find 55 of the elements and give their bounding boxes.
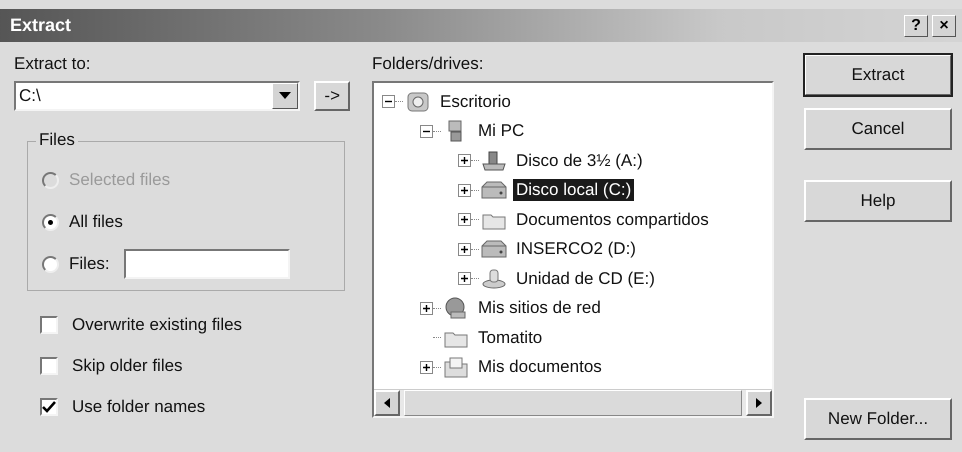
right-arrow-icon — [756, 398, 762, 408]
checkbox-label: Use folder names — [72, 397, 206, 417]
cd-drive-icon — [481, 268, 507, 290]
input-field[interactable] — [124, 249, 290, 279]
radio-button[interactable] — [42, 256, 59, 272]
dialog-button[interactable]: Cancel — [804, 108, 952, 150]
dialog-button[interactable]: Extract — [804, 54, 952, 96]
tree-item[interactable]: Disco de 3½ (A:) — [513, 150, 646, 172]
expand-icon[interactable] — [420, 360, 433, 374]
option-label: All files — [69, 212, 123, 232]
option-label: Files: — [69, 254, 110, 274]
checkbox[interactable] — [40, 316, 58, 334]
window-title: Extract — [10, 15, 72, 36]
field-label: Folders/drives: — [372, 54, 484, 74]
checkbox-label: Skip older files — [72, 356, 183, 376]
radio-button[interactable] — [42, 214, 59, 230]
scroll-right-button[interactable] — [746, 390, 772, 416]
checkbox-label: Overwrite existing files — [72, 315, 242, 335]
scroll-thumb[interactable] — [404, 390, 742, 416]
collapse-icon[interactable] — [420, 124, 433, 138]
collapse-icon[interactable] — [382, 95, 395, 108]
dialog-button[interactable]: Help — [804, 180, 952, 222]
checkbox[interactable] — [40, 357, 58, 375]
expand-icon[interactable] — [458, 184, 471, 197]
close-button[interactable]: × — [932, 14, 956, 36]
tree-item[interactable]: INSERCO2 (D:) — [513, 238, 639, 260]
floppy-drive-icon — [481, 150, 507, 172]
tree-item[interactable]: Escritorio — [437, 90, 514, 113]
tree-item[interactable]: Documentos compartidos — [513, 208, 712, 231]
option-label: Selected files — [69, 170, 170, 190]
help-button[interactable]: ? — [904, 14, 928, 36]
expand-icon[interactable] — [420, 302, 433, 315]
expand-icon[interactable] — [458, 213, 471, 226]
field-label: Extract to: — [14, 54, 92, 74]
tree-item[interactable]: Mi PC — [475, 120, 528, 142]
path-dropdown[interactable]: C:\ — [14, 81, 300, 111]
desktop-icon — [405, 90, 431, 113]
tree-item[interactable]: Unidad de CD (E:) — [513, 268, 658, 290]
expand-icon[interactable] — [458, 242, 471, 256]
drive-icon — [481, 238, 507, 260]
dropdown-arrow-icon — [279, 92, 292, 100]
tree-item[interactable]: Mis documentos — [475, 356, 605, 378]
check-icon — [42, 401, 56, 413]
go-button[interactable]: -> — [314, 81, 350, 111]
tree-item[interactable]: Mis sitios de red — [475, 297, 604, 320]
expand-icon[interactable] — [458, 154, 471, 168]
drive-icon — [481, 179, 507, 202]
dialog-button[interactable]: New Folder... — [804, 398, 952, 440]
checkbox[interactable] — [40, 398, 58, 416]
tree-item[interactable]: Disco local (C:) — [513, 179, 634, 202]
left-arrow-icon — [384, 398, 390, 408]
tree-item[interactable]: Tomatito — [475, 326, 546, 349]
expand-icon[interactable] — [458, 272, 471, 286]
documents-folder-icon — [443, 356, 469, 378]
scroll-left-button[interactable] — [374, 390, 400, 416]
